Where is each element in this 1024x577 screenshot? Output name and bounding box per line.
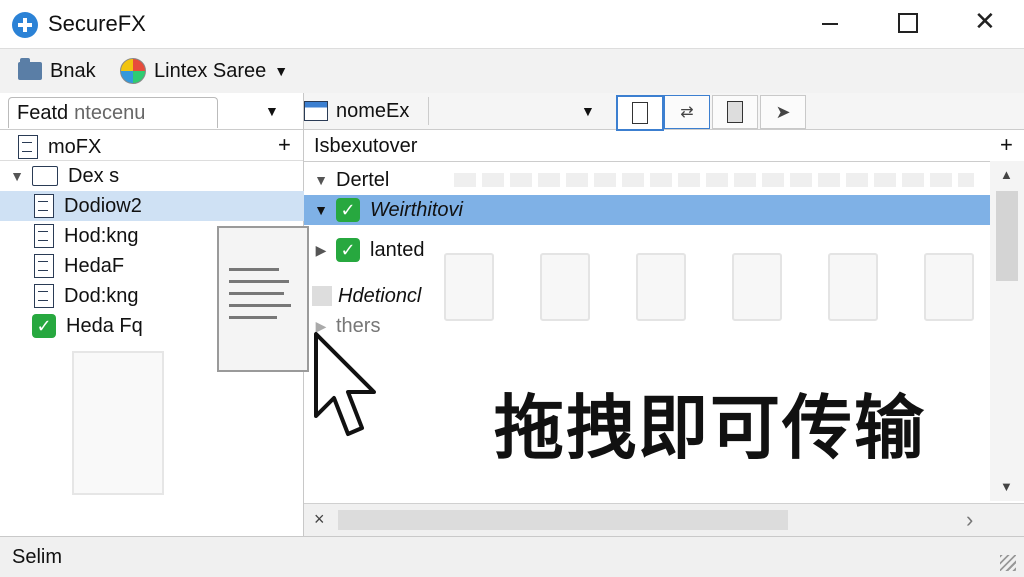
session-tab[interactable]: nomeEx bbox=[304, 97, 409, 125]
chevron-down-icon: ▼ bbox=[581, 103, 595, 119]
close-icon[interactable]: × bbox=[314, 509, 325, 530]
menu-item-label: Bnak bbox=[50, 59, 96, 82]
horizontal-scrollbar[interactable]: × › bbox=[304, 503, 1024, 537]
expand-arrow-icon[interactable]: ▼ bbox=[312, 202, 330, 218]
window-title: SecureFX bbox=[48, 11, 146, 36]
menu-item-label: Lintex Saree bbox=[154, 59, 267, 82]
close-icon: ✕ bbox=[974, 6, 996, 36]
menu-bar: Bnak Lintex Saree ▼ bbox=[0, 48, 1024, 94]
dragged-file-icon bbox=[217, 226, 309, 372]
tree-item-file[interactable]: Dodiow2 bbox=[0, 191, 337, 221]
list-item[interactable]: Hdetioncl bbox=[304, 281, 998, 311]
file-icon bbox=[34, 224, 54, 248]
list-item-label: Dertel bbox=[336, 168, 390, 191]
app-icon bbox=[12, 12, 38, 38]
add-button[interactable]: + bbox=[278, 132, 291, 158]
document-button[interactable] bbox=[712, 95, 758, 129]
tab-local[interactable]: Featd ntecenu bbox=[8, 97, 218, 128]
new-file-button[interactable] bbox=[616, 95, 664, 131]
resize-grip-icon[interactable] bbox=[1000, 555, 1016, 571]
add-button[interactable]: + bbox=[1000, 132, 1013, 158]
tab-label: Featd bbox=[17, 102, 69, 124]
list-item-label: Hdetioncl bbox=[338, 284, 422, 307]
terminal-icon bbox=[304, 101, 328, 121]
chevron-down-icon: ▼ bbox=[274, 63, 289, 79]
remote-path-bar[interactable]: Isbexutover + bbox=[304, 129, 1024, 187]
session-label: nomeEx bbox=[336, 99, 410, 122]
remote-toolbar: nomeEx ▼ ⇄ ➤ bbox=[304, 93, 1024, 131]
list-item-label: lanted bbox=[370, 238, 425, 261]
transfer-button[interactable]: ⇄ bbox=[664, 95, 710, 129]
scroll-up-icon[interactable]: ▲ bbox=[1000, 167, 1013, 182]
drag-to-transfer-banner: 拖拽即可传输 bbox=[494, 387, 926, 469]
mouse-cursor-icon bbox=[314, 332, 376, 436]
expand-arrow-icon[interactable]: ▼ bbox=[8, 168, 26, 184]
folder-icon bbox=[18, 58, 42, 80]
scroll-right-icon[interactable]: › bbox=[966, 507, 973, 533]
vertical-scrollbar[interactable]: ▲ ▼ bbox=[990, 161, 1024, 501]
file-icon bbox=[18, 135, 38, 159]
list-item[interactable]: ▼ ✓ Weirthitovi bbox=[304, 195, 998, 225]
transfer-icon: ⇄ bbox=[680, 104, 694, 121]
file-icon bbox=[34, 284, 54, 308]
maximize-button[interactable] bbox=[884, 6, 930, 40]
folder-icon bbox=[312, 286, 332, 306]
tree-item-label: Dex s bbox=[68, 164, 120, 187]
send-button[interactable]: ➤ bbox=[760, 95, 806, 129]
status-bar: Selim bbox=[0, 536, 1024, 577]
expand-arrow-icon[interactable]: ▶ bbox=[312, 242, 330, 259]
faded-document-icon bbox=[72, 351, 164, 495]
local-path-label: moFX bbox=[48, 135, 102, 158]
expand-arrow-icon[interactable]: ▼ bbox=[312, 172, 330, 188]
document-icon bbox=[727, 101, 743, 123]
remote-path-input[interactable]: Isbexutover bbox=[314, 135, 417, 158]
scroll-down-icon[interactable]: ▼ bbox=[1000, 479, 1013, 494]
tree-item-label: Dodiow2 bbox=[64, 194, 142, 217]
chevron-down-icon[interactable]: ▼ bbox=[265, 103, 279, 119]
list-item-label: Weirthitovi bbox=[370, 198, 463, 221]
session-dropdown[interactable]: ▼ bbox=[428, 97, 609, 125]
check-icon: ✓ bbox=[336, 238, 360, 262]
check-icon: ✓ bbox=[336, 198, 360, 222]
local-path-header: moFX + bbox=[0, 129, 303, 161]
list-item[interactable]: ▼ Dertel bbox=[304, 165, 998, 195]
maximize-icon bbox=[898, 13, 918, 33]
file-icon bbox=[34, 254, 54, 278]
scroll-thumb[interactable] bbox=[996, 191, 1018, 281]
list-item[interactable]: ▶ ✓ lanted bbox=[304, 235, 998, 265]
title-bar: SecureFX ✕ bbox=[0, 0, 1024, 48]
tab-sublabel: ntecenu bbox=[74, 102, 146, 124]
list-item[interactable]: ▶ thers bbox=[304, 311, 998, 341]
check-icon: ✓ bbox=[32, 314, 56, 338]
tree-item-folder[interactable]: ▼ Dex s bbox=[0, 161, 311, 191]
scroll-thumb[interactable] bbox=[338, 510, 788, 530]
tree-item-label: Dod:kng bbox=[64, 284, 139, 307]
tree-item-label: Heda Fq bbox=[66, 314, 143, 337]
folder-icon bbox=[32, 166, 58, 186]
menu-item-bnak[interactable]: Bnak bbox=[18, 57, 96, 85]
globe-icon bbox=[120, 58, 146, 84]
status-text: Selim bbox=[12, 546, 63, 568]
close-button[interactable]: ✕ bbox=[962, 6, 1008, 40]
minimize-icon bbox=[822, 23, 838, 25]
file-icon bbox=[34, 194, 54, 218]
menu-item-lintex[interactable]: Lintex Saree ▼ bbox=[120, 57, 288, 85]
tree-item-label: Hod:kng bbox=[64, 224, 139, 247]
send-icon: ➤ bbox=[775, 101, 791, 122]
tree-item-label: HedaF bbox=[64, 254, 125, 277]
minimize-button[interactable] bbox=[806, 6, 852, 40]
file-icon bbox=[632, 102, 648, 124]
